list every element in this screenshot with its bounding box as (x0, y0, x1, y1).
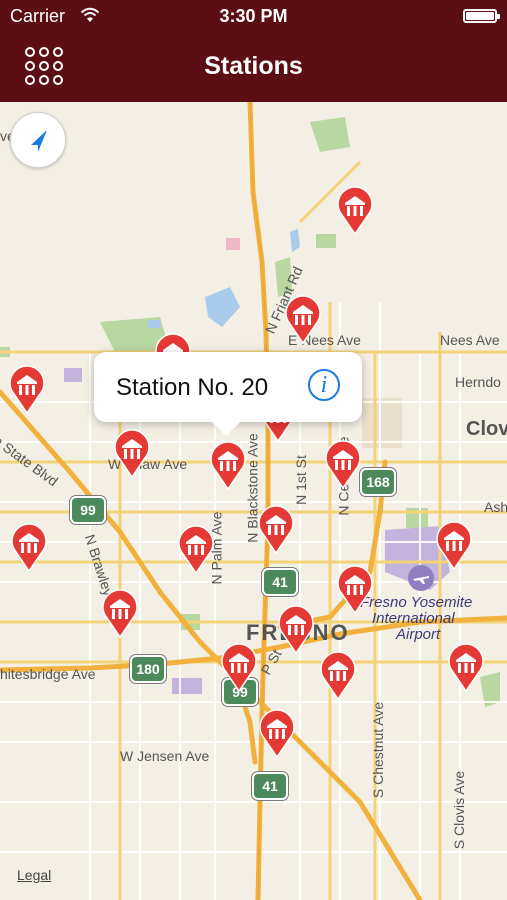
station-pin-selected[interactable] (209, 440, 247, 490)
map-view[interactable]: venue N Friant Rd E Nees Ave Nees Ave He… (0, 102, 507, 900)
station-pin[interactable] (10, 522, 48, 572)
map-label-jensen: W Jensen Ave (120, 748, 210, 764)
station-pin[interactable] (101, 588, 139, 638)
station-pin[interactable] (177, 524, 215, 574)
station-pin[interactable] (336, 564, 374, 614)
station-pin[interactable] (8, 364, 46, 414)
airport-icon (408, 565, 434, 591)
highway-99-shield: 99 (70, 496, 106, 524)
map-label-airport-3: Airport (396, 626, 441, 643)
map-label-herndon: Herndo (455, 374, 501, 390)
info-button[interactable]: i (308, 369, 340, 401)
station-pin[interactable] (277, 604, 315, 654)
station-pin[interactable] (220, 642, 258, 692)
location-arrow-icon (31, 130, 47, 152)
locate-me-button[interactable] (10, 112, 66, 168)
map-label-airport-2: International (372, 610, 455, 627)
station-pin[interactable] (324, 439, 362, 489)
highway-180-shield: 180 (130, 655, 166, 683)
station-pin[interactable] (447, 642, 485, 692)
page-title: Stations (204, 52, 303, 80)
highway-41-shield: 41 (262, 568, 298, 596)
map-label-clovis-ave: S Clovis Ave (451, 770, 468, 850)
highway-41-shield-south: 41 (252, 772, 288, 800)
status-bar: Carrier 3:30 PM (0, 0, 507, 34)
battery-icon (463, 9, 500, 23)
station-pin[interactable] (284, 294, 322, 344)
station-pin[interactable] (113, 428, 151, 478)
map-label-whitesbridge: hitesbridge Ave (0, 666, 96, 682)
station-callout[interactable]: Station No. 20 i (94, 352, 362, 437)
nav-bar: Stations (0, 34, 507, 102)
map-label-airport-1: Fresno Yosemite (360, 594, 473, 611)
map-label-nees-2: Nees Ave (440, 332, 500, 348)
station-pin[interactable] (257, 504, 295, 554)
map-label-1st: N 1st St (292, 455, 309, 505)
legal-link[interactable]: Legal (17, 867, 51, 883)
station-pin[interactable] (435, 520, 473, 570)
station-pin[interactable] (258, 708, 296, 758)
map-label-ash: Ash (484, 499, 507, 515)
callout-title: Station No. 20 (116, 374, 269, 401)
station-pin[interactable] (336, 185, 374, 235)
map-label-chestnut: S Chestnut Ave (370, 701, 387, 799)
station-pin[interactable] (319, 650, 357, 700)
highway-168-shield: 168 (360, 468, 396, 496)
info-icon: i (320, 372, 328, 398)
map-label-clovis: Clov (466, 418, 507, 440)
status-time: 3:30 PM (219, 6, 288, 26)
